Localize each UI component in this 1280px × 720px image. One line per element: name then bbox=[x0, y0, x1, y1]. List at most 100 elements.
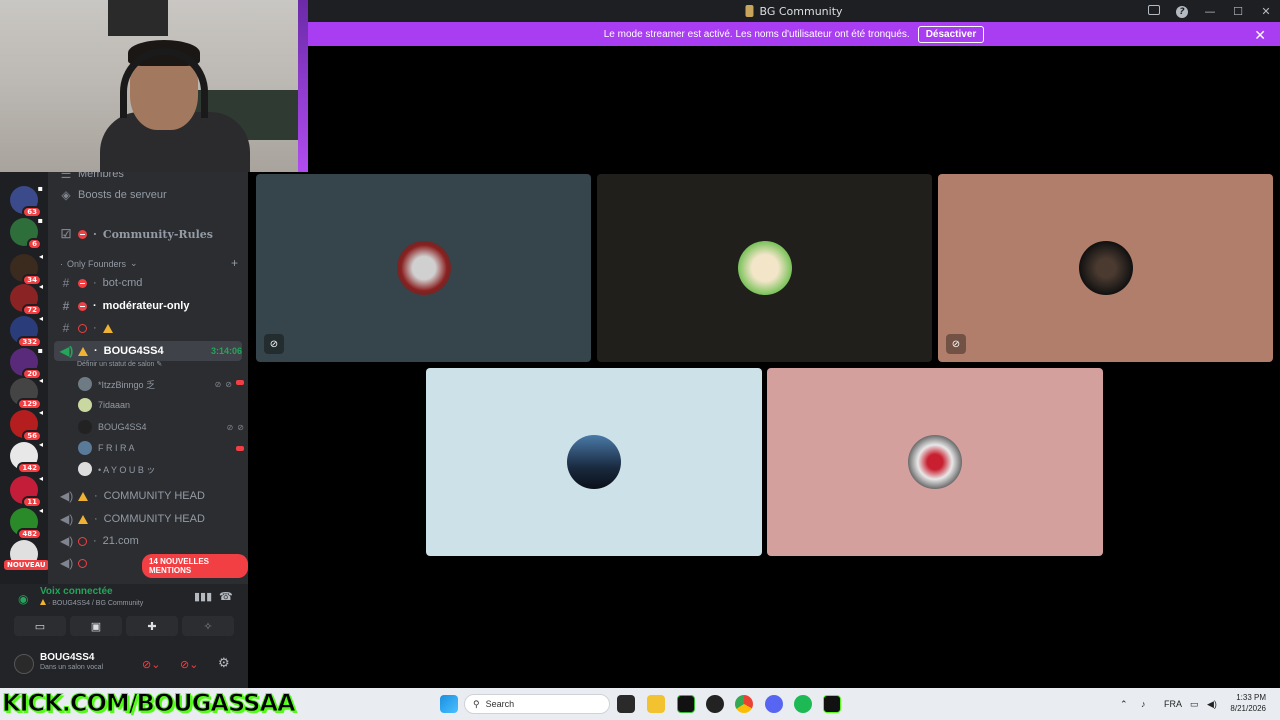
voice-channel-active[interactable]: ◀) · BOUG4SS4 3:14:06 bbox=[54, 341, 242, 361]
task-view-icon[interactable] bbox=[617, 695, 635, 713]
server-icon[interactable]: ▪ 63 bbox=[10, 184, 43, 218]
channel-label: bot-cmd bbox=[102, 277, 143, 289]
server-icon[interactable]: ◂ 332 bbox=[10, 314, 43, 348]
file-explorer-icon[interactable] bbox=[647, 695, 665, 713]
volume-icon[interactable]: ◀) bbox=[1207, 699, 1217, 710]
channel-rules[interactable]: ☑ · Community-Rules bbox=[54, 224, 242, 244]
new-mentions-pill[interactable]: 14 NOUVELLES MENTIONS bbox=[142, 554, 248, 578]
voice-user[interactable]: F R I R A bbox=[78, 438, 244, 458]
video-tile[interactable] bbox=[767, 368, 1103, 556]
inbox-icon[interactable] bbox=[1140, 4, 1168, 18]
video-tile[interactable] bbox=[426, 368, 762, 556]
dot-separator: · bbox=[93, 277, 97, 289]
hash-icon: # bbox=[62, 321, 70, 335]
help-icon[interactable]: ? bbox=[1168, 4, 1196, 18]
dot-separator: · bbox=[94, 345, 98, 357]
soundboard-button[interactable]: ✧ bbox=[182, 616, 234, 636]
new-servers-badge[interactable]: NOUVEAU bbox=[4, 560, 48, 570]
voice-user[interactable]: *ItzzBinngo 乏 ⊘ ⊘ bbox=[78, 374, 244, 394]
language-indicator[interactable]: FRA bbox=[1164, 699, 1182, 709]
channel-moderateur-only[interactable]: # · modérateur-only bbox=[54, 296, 242, 316]
category-only-founders[interactable]: · Only Founders ⌄ bbox=[60, 258, 138, 269]
voice-location[interactable]: · BOUG4SS4 / BG Community bbox=[40, 599, 143, 607]
camera-off-icon: ▭ bbox=[34, 620, 46, 633]
avatar[interactable] bbox=[14, 654, 34, 674]
window-controls: ? — ☐ ✕ bbox=[1140, 0, 1280, 22]
network-icon[interactable]: ▭ bbox=[1190, 699, 1199, 710]
speaker-icon: ◂ bbox=[38, 314, 43, 323]
warning-icon bbox=[40, 599, 46, 605]
mic-muted-icon[interactable]: ⊘⌄ bbox=[142, 658, 160, 671]
maximize-button[interactable]: ☐ bbox=[1224, 5, 1252, 18]
app-icon[interactable] bbox=[677, 695, 695, 713]
minimize-button[interactable]: — bbox=[1196, 5, 1224, 18]
user-status-icons bbox=[236, 445, 244, 451]
video-tile[interactable] bbox=[597, 174, 932, 362]
speaker-icon: ◂ bbox=[38, 252, 43, 261]
disable-streamer-button[interactable]: Désactiver bbox=[917, 25, 985, 43]
app-icon[interactable] bbox=[706, 695, 724, 713]
voice-channel[interactable]: ◀) · 21.com bbox=[54, 531, 242, 551]
set-status-text: Définir un statut de salon bbox=[77, 361, 155, 368]
chrome-icon[interactable] bbox=[735, 695, 753, 713]
camera-button[interactable]: ▭ bbox=[14, 616, 66, 636]
close-window-button[interactable]: ✕ bbox=[1252, 5, 1280, 18]
noise-suppression-icon[interactable]: ▮▮▮ bbox=[194, 590, 212, 603]
restricted-icon bbox=[78, 229, 87, 239]
voice-user[interactable]: • A Y O U B ッ bbox=[78, 459, 244, 479]
server-icon[interactable]: ◂ 34 bbox=[10, 252, 43, 286]
screen-share-button[interactable]: ▣ bbox=[70, 616, 122, 636]
video-tile[interactable]: ⊘ bbox=[256, 174, 591, 362]
add-channel-icon[interactable]: + bbox=[231, 256, 238, 270]
start-button[interactable] bbox=[440, 695, 458, 713]
microphone-icon[interactable]: ♪ bbox=[1141, 699, 1146, 709]
gear-icon[interactable]: ⚙ bbox=[218, 655, 230, 671]
server-icon[interactable]: ◂ 11 bbox=[10, 474, 43, 508]
speaker-icon: ▪ bbox=[37, 216, 43, 225]
boosts-item[interactable]: ◈ Boosts de serveur bbox=[54, 185, 242, 205]
discord-icon[interactable] bbox=[765, 695, 783, 713]
taskbar-search[interactable]: ⚲ Search bbox=[464, 694, 610, 714]
channel-bot-cmd[interactable]: # · bot-cmd bbox=[54, 273, 242, 293]
deafen-icon: ⊘ bbox=[237, 422, 244, 432]
spotify-icon[interactable] bbox=[794, 695, 812, 713]
boosts-label: Boosts de serveur bbox=[78, 189, 167, 201]
voice-user-name: BOUG4SS4 bbox=[98, 422, 147, 432]
avatar bbox=[737, 241, 792, 295]
chevron-up-icon[interactable]: ⌃ bbox=[1120, 699, 1128, 710]
warning-icon bbox=[78, 346, 88, 356]
speaker-icon: ◂ bbox=[38, 376, 43, 385]
server-icon[interactable]: ▪ 20 bbox=[10, 346, 43, 380]
voice-user[interactable]: BOUG4SS4 ⊘ ⊘ bbox=[78, 417, 244, 437]
set-status[interactable]: Définir un statut de salon ✎ bbox=[77, 360, 162, 368]
activities-icon: ✚ bbox=[147, 620, 157, 633]
server-icon[interactable]: ◂ 482 bbox=[10, 506, 43, 540]
deafened-icon[interactable]: ⊘⌄ bbox=[180, 658, 198, 671]
server-icon[interactable]: ◂ 56 bbox=[10, 408, 43, 442]
dot-separator: · bbox=[94, 513, 98, 525]
server-icon[interactable]: ◂ 72 bbox=[10, 282, 43, 316]
speaker-icon: ▪ bbox=[37, 346, 43, 355]
signal-icon[interactable]: ◉ bbox=[18, 592, 28, 606]
current-user-name[interactable]: BOUG4SS4 bbox=[40, 652, 94, 663]
channel-warning[interactable]: # · bbox=[54, 318, 242, 338]
chevron-down-icon: ⌄ bbox=[130, 258, 138, 268]
disconnect-icon[interactable]: ☎ bbox=[219, 590, 233, 603]
banner-close-icon[interactable]: ✕ bbox=[1254, 27, 1266, 44]
voice-channel[interactable]: ◀) · COMMUNITY HEAD bbox=[54, 486, 242, 506]
server-icon[interactable]: ◂ 142 bbox=[10, 440, 43, 474]
voice-channel[interactable]: ◀) · COMMUNITY HEAD bbox=[54, 509, 242, 529]
window-title-text: BG Community bbox=[759, 4, 843, 18]
dot-separator: · bbox=[93, 300, 97, 312]
streaming-app-icon[interactable] bbox=[823, 695, 841, 713]
camera-off-icon: ⊘ bbox=[946, 334, 966, 354]
voice-user[interactable]: 7idaaan bbox=[78, 395, 244, 415]
screen-share-icon: ▣ bbox=[90, 620, 102, 633]
voice-connected-label: Voix connectée bbox=[40, 586, 113, 597]
members-item[interactable]: ☰ Membres bbox=[54, 172, 242, 184]
clock[interactable]: 1:33 PM 8/21/2026 bbox=[1220, 692, 1266, 714]
server-icon[interactable]: ◂ 129 bbox=[10, 376, 43, 410]
activities-button[interactable]: ✚ bbox=[126, 616, 178, 636]
server-icon[interactable]: ▪ 6 bbox=[10, 216, 43, 250]
video-tile[interactable]: ⊘ bbox=[938, 174, 1273, 362]
